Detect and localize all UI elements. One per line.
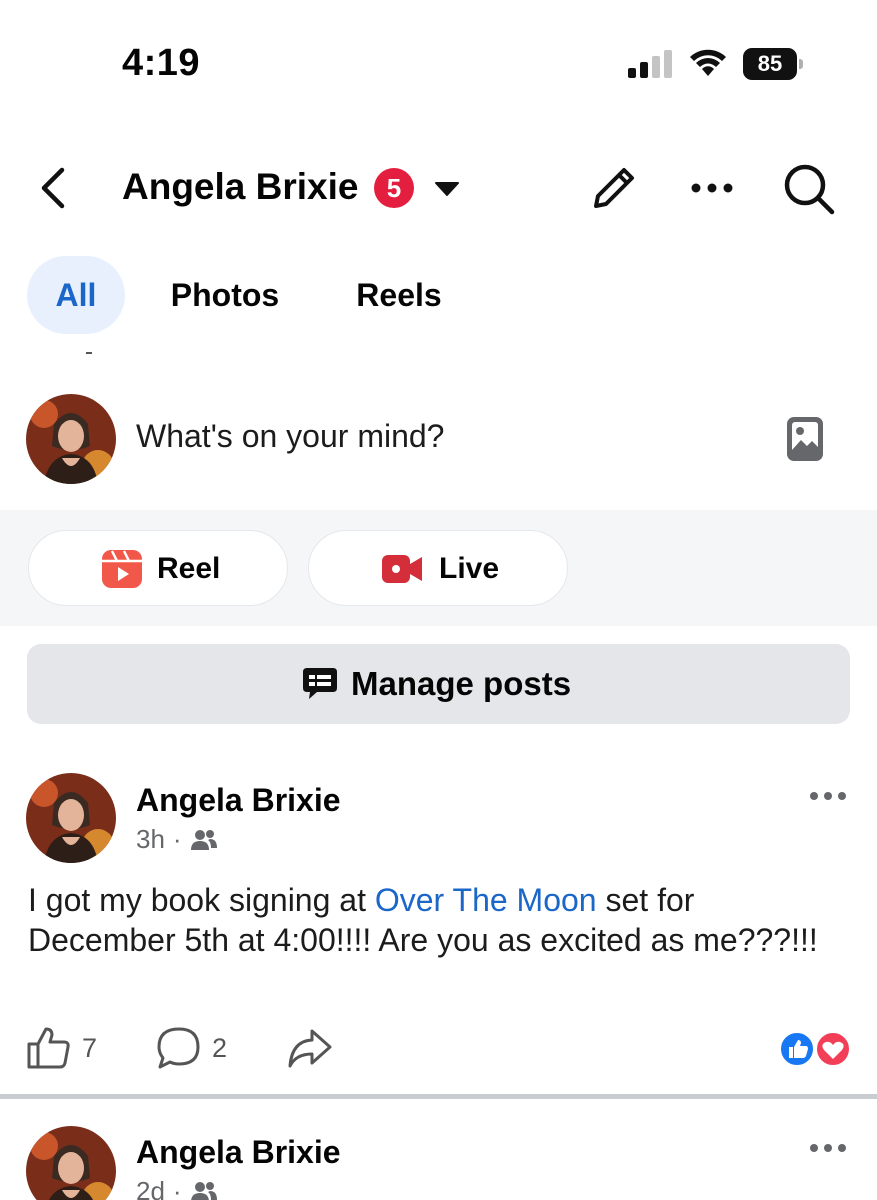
more-icon[interactable] [808, 1141, 848, 1155]
wifi-icon [690, 49, 726, 76]
live-button[interactable]: Live [308, 530, 568, 606]
like-reaction-icon [779, 1031, 815, 1067]
manage-posts-button[interactable]: Manage posts [27, 644, 850, 724]
avatar[interactable] [26, 773, 116, 863]
composer-input[interactable]: What's on your mind? [136, 418, 444, 455]
signal-icon [628, 50, 672, 78]
search-icon[interactable] [780, 160, 838, 218]
comment-icon [157, 1027, 200, 1069]
battery-icon: 85 [743, 48, 803, 80]
friends-icon [190, 829, 217, 850]
reel-label: Reel [157, 552, 221, 585]
friends-icon [190, 1181, 217, 1200]
like-button[interactable]: 7 [26, 1026, 97, 1070]
reel-icon [102, 550, 142, 588]
more-icon[interactable] [688, 176, 736, 200]
post-text-start: I got my book signing at [28, 882, 375, 918]
share-icon [288, 1029, 332, 1068]
tab-reels[interactable]: Reels [345, 256, 453, 334]
manage-posts-label: Manage posts [351, 665, 572, 702]
photo-icon[interactable] [786, 416, 824, 462]
post-author[interactable]: Angela Brixie [136, 1134, 341, 1171]
reel-button[interactable]: Reel [28, 530, 288, 606]
pencil-icon[interactable] [588, 162, 640, 214]
chevron-down-icon[interactable] [434, 180, 460, 198]
avatar[interactable] [26, 394, 116, 484]
tab-all[interactable]: All [27, 256, 125, 334]
tab-photos[interactable]: Photos [160, 256, 290, 334]
comment-button[interactable]: 2 [156, 1026, 227, 1070]
divider [86, 352, 92, 354]
meta-separator: · [172, 824, 182, 854]
post-text: I got my book signing at Over The Moon s… [28, 880, 818, 960]
notification-badge[interactable]: 5 [374, 168, 414, 208]
post-link[interactable]: Over The Moon [375, 882, 597, 918]
love-reaction-icon [815, 1031, 851, 1067]
comment-count: 2 [212, 1032, 228, 1063]
like-count: 7 [82, 1032, 98, 1063]
reactions-summary[interactable] [778, 1030, 852, 1068]
meta-separator: · [172, 1176, 182, 1200]
live-video-icon [382, 555, 422, 583]
avatar[interactable] [26, 1126, 116, 1200]
post-divider [0, 1094, 877, 1099]
battery-level: 85 [743, 48, 797, 80]
post-meta: 2d · [136, 1176, 218, 1200]
manage-posts-icon [303, 668, 337, 699]
more-icon[interactable] [808, 789, 848, 803]
like-icon [27, 1027, 70, 1069]
back-icon[interactable] [34, 164, 74, 212]
status-time: 4:19 [122, 42, 201, 84]
post-time[interactable]: 3h [136, 824, 165, 855]
live-label: Live [439, 552, 500, 585]
post-author[interactable]: Angela Brixie [136, 782, 341, 819]
post-time[interactable]: 2d [136, 1176, 165, 1200]
post-meta: 3h · [136, 824, 218, 855]
page-title[interactable]: Angela Brixie [122, 166, 358, 208]
share-button[interactable] [286, 1026, 334, 1070]
